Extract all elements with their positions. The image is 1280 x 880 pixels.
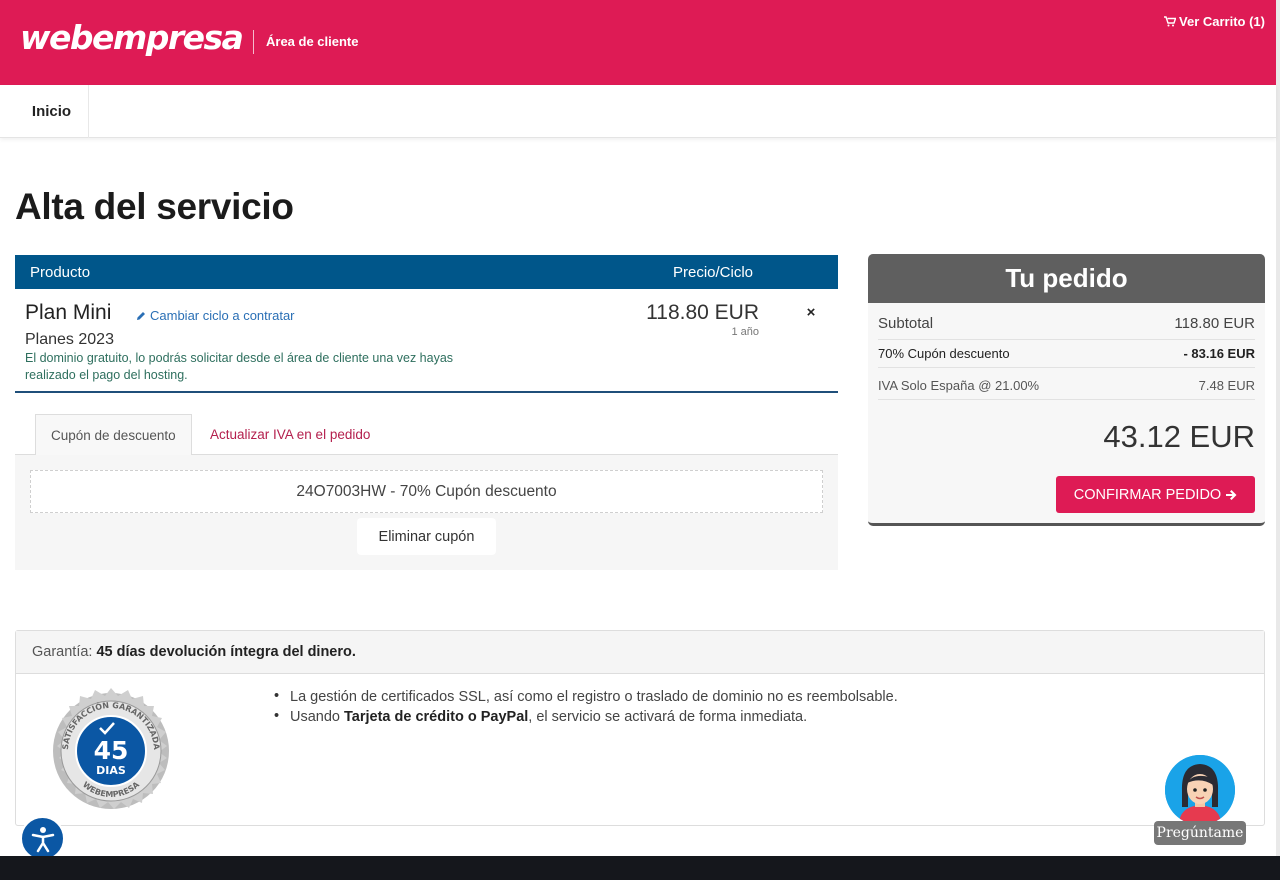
guarantee-label: Garantía: [32,644,93,660]
top-header: webempresa Área de cliente Ver Carrito (… [0,0,1280,85]
product-billing-cycle: 1 año [731,326,759,338]
order-summary: Tu pedido Subtotal 118.80 EUR 70% Cupón … [868,254,1265,526]
confirm-order-button[interactable]: CONFIRMAR PEDIDO [1056,476,1255,513]
tab-update-vat[interactable]: Actualizar IVA en el pedido [195,414,385,455]
main-nav: Inicio [0,85,1276,138]
view-cart-link[interactable]: Ver Carrito (1) [1164,14,1265,29]
page-footer [0,856,1280,880]
view-cart-label: Ver Carrito (1) [1179,14,1265,29]
column-header-price: Precio/Ciclo [673,264,754,281]
page-title: Alta del servicio [15,186,294,227]
confirm-order-label: CONFIRMAR PEDIDO [1073,486,1222,503]
order-total: 43.12 EUR [1103,419,1255,454]
shopping-cart-icon [1164,16,1177,27]
tab-coupon[interactable]: Cupón de descuento [35,414,192,456]
product-group: Planes 2023 [25,331,114,348]
change-cycle-label: Cambiar ciclo a contratar [150,308,295,323]
product-row: Plan Mini Cambiar ciclo a contratar Plan… [15,289,838,393]
applied-coupon: 24O7003HW - 70% Cupón descuento [30,470,823,513]
badge-number: 45 [94,736,129,765]
ask-me-label[interactable]: Pregúntame [1154,821,1246,845]
logo-divider [253,30,254,54]
subtotal-row: Subtotal 118.80 EUR [878,310,1255,340]
subtotal-label: Subtotal [878,315,934,332]
pencil-icon [137,311,145,320]
scrollbar[interactable] [1276,0,1280,880]
tax-value: 7.48 EUR [1198,378,1255,393]
coupon-panel: 24O7003HW - 70% Cupón descuento Eliminar… [15,455,838,570]
remove-coupon-button[interactable]: Eliminar cupón [357,518,496,555]
nav-item-home[interactable]: Inicio [15,85,89,138]
guarantee-panel: Garantía: 45 días devolución íntegra del… [15,630,1265,826]
order-lines: Subtotal 118.80 EUR 70% Cupón descuento … [878,310,1255,400]
client-area-label: Área de cliente [266,34,359,49]
guarantee-bullet-payment: Usando Tarjeta de crédito o PayPal, el s… [274,708,898,725]
chat-assistant-avatar[interactable] [1165,755,1235,825]
guarantee-header: Garantía: 45 días devolución íntegra del… [16,631,1264,674]
accessibility-button[interactable] [20,816,65,861]
discount-row: 70% Cupón descuento - 83.16 EUR [878,340,1255,368]
bullet2-prefix: Usando [290,709,345,725]
coupon-tabs: Cupón de descuento Actualizar IVA en el … [15,414,838,456]
order-summary-title: Tu pedido [868,254,1265,303]
column-header-product: Producto [30,264,91,281]
product-table-header: Producto Precio/Ciclo [15,255,838,289]
change-cycle-link[interactable]: Cambiar ciclo a contratar [136,308,295,323]
guarantee-bullet-ssl: La gestión de certificados SSL, así como… [274,688,898,705]
guarantee-badge-icon: SATISFACCIÓN GARANTIZADA WEBEMPRESA 45 D… [53,688,169,809]
tax-label: IVA Solo España @ 21.00% [878,378,1040,393]
remove-product-close-icon[interactable]: × [804,304,818,321]
product-price: 118.80 EUR [646,301,759,324]
bullet2-suffix: , el servicio se activará de forma inmed… [528,709,808,725]
discount-label: 70% Cupón descuento [878,346,1010,361]
subtotal-value: 118.80 EUR [1174,315,1255,332]
discount-value: - 83.16 EUR [1183,346,1255,361]
arrow-right-icon [1226,489,1237,500]
bullet2-bold: Tarjeta de crédito o PayPal [344,709,529,725]
webempresa-logo[interactable]: webempresa [20,18,244,57]
assistant-avatar-icon [1165,755,1235,825]
tax-row: IVA Solo España @ 21.00% 7.48 EUR [878,368,1255,400]
guarantee-list: La gestión de certificados SSL, así como… [274,688,898,729]
product-note: El dominio gratuito, lo podrás solicitar… [25,351,454,382]
accessibility-icon [31,826,54,852]
badge-unit: DIAS [96,764,126,777]
guarantee-highlight: 45 días devolución íntegra del dinero. [96,644,356,660]
product-name: Plan Mini [25,301,112,324]
